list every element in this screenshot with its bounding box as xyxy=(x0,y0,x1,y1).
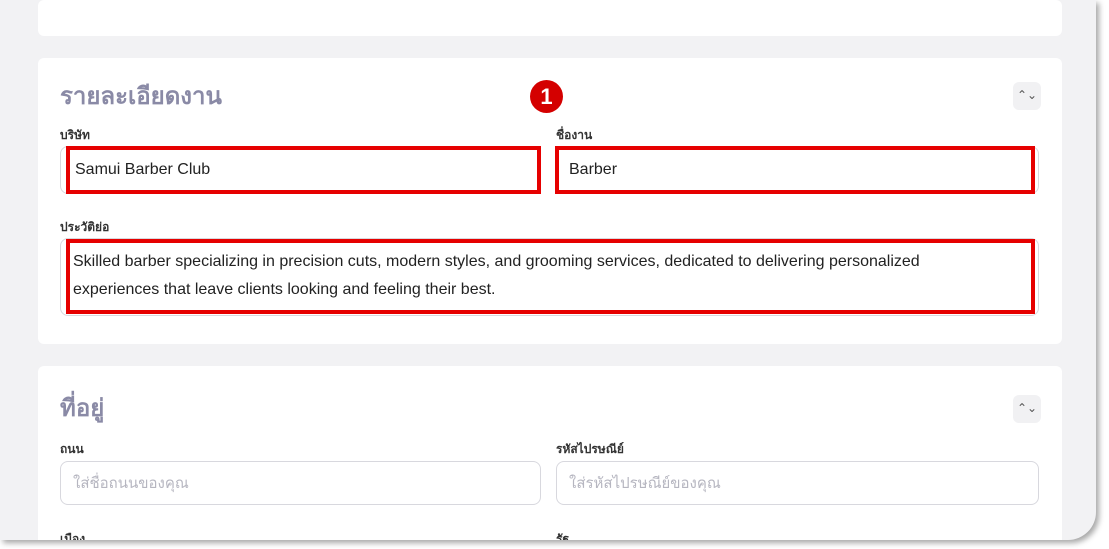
previous-section-card xyxy=(38,0,1062,36)
job-details-title: รายละเอียดงาน xyxy=(60,82,222,110)
company-highlight-box xyxy=(66,146,541,194)
collapse-toggle-icon[interactable]: ⌃⌄ xyxy=(1013,395,1041,423)
bio-highlight-box xyxy=(66,239,1035,314)
city-label: เมือง xyxy=(60,532,86,540)
address-title: ที่อยู่ xyxy=(60,394,105,422)
postal-code-label: รหัสไปรษณีย์ xyxy=(556,442,624,456)
job-title-highlight-box xyxy=(555,146,1035,194)
street-label: ถนน xyxy=(60,442,84,456)
screenshot-frame: รายละเอียดงาน ⌃⌄ บริษัท Samui Barber Clu… xyxy=(0,0,1096,540)
collapse-toggle-icon[interactable]: ⌃⌄ xyxy=(1013,82,1041,110)
job-title-label: ชื่องาน xyxy=(556,128,593,142)
street-input[interactable]: ใส่ชื่อถนนของคุณ xyxy=(60,461,541,505)
postal-code-input[interactable]: ใส่รหัสไปรษณีย์ของคุณ xyxy=(556,461,1039,505)
address-section: ที่อยู่ ⌃⌄ ถนน ใส่ชื่อถนนของคุณ รหัสไปรษ… xyxy=(38,366,1062,540)
state-label: รัฐ xyxy=(556,532,570,540)
company-label: บริษัท xyxy=(60,128,90,142)
bio-label: ประวัติย่อ xyxy=(60,220,110,234)
step-number-badge: 1 xyxy=(530,80,563,113)
